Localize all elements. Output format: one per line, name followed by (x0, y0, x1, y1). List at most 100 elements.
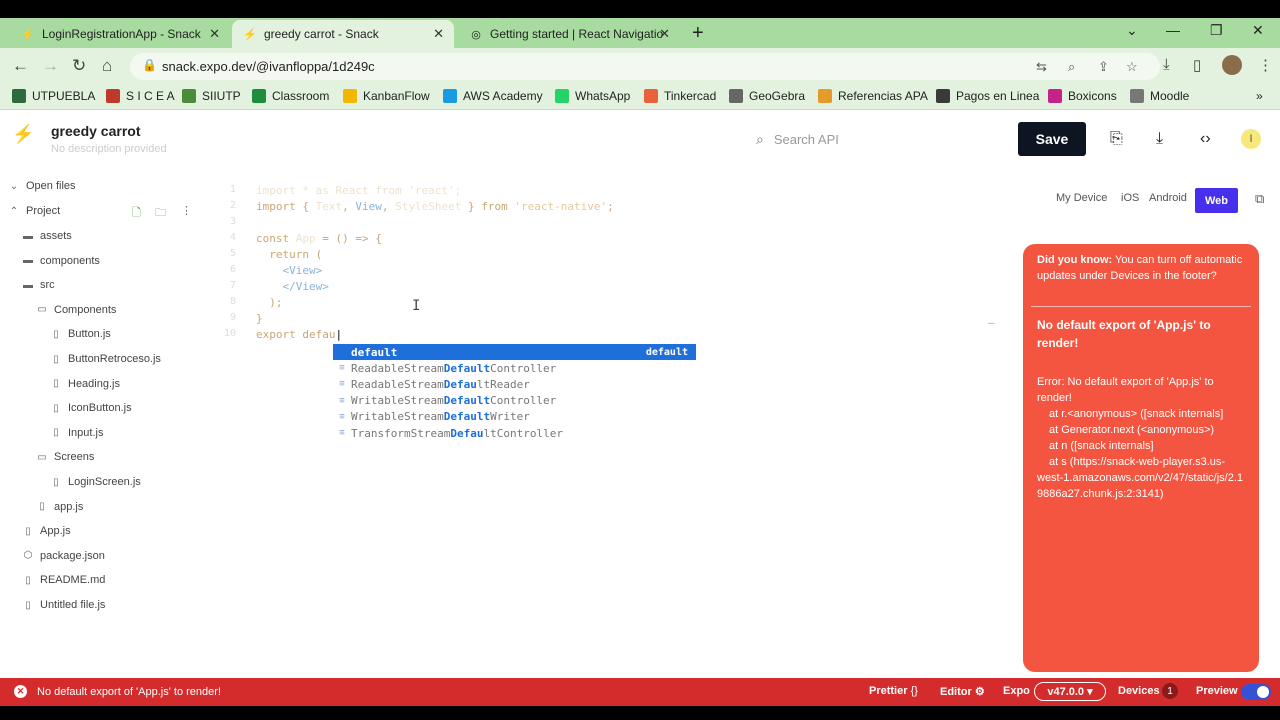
profile-avatar[interactable] (1222, 55, 1242, 75)
browser-tab-greedy-carrot[interactable]: ⚡ greedy carrot - Snack ✕ (232, 20, 454, 48)
editor-settings[interactable]: Editor ⚙ (940, 685, 985, 698)
bookmark-referencias-apa[interactable]: Referencias APA (818, 89, 928, 103)
menu-kebab-icon[interactable]: ⋮ (1258, 56, 1273, 74)
code-line: import { Text, View, StyleSheet } from '… (256, 200, 614, 213)
close-tab-icon[interactable]: ✕ (433, 26, 444, 42)
preview-toggle[interactable] (1241, 684, 1271, 700)
tree-item[interactable]: ▯ Heading.js (50, 374, 120, 394)
open-files-section[interactable]: ⌄ Open files (8, 176, 76, 196)
minimize-icon[interactable]: — (1166, 22, 1180, 38)
sdk-version-select[interactable]: v47.0.0 ▾ (1034, 682, 1106, 701)
search-api-input[interactable]: ⌕ Search API (756, 131, 839, 148)
autocomplete-item[interactable]: default default (333, 344, 696, 360)
bookmark-utpuebla[interactable]: UTPUEBLA (12, 89, 95, 103)
whatsapp-icon (555, 89, 569, 103)
reload-icon[interactable]: ↻ (72, 56, 86, 76)
devices-button[interactable]: Devices (1118, 685, 1160, 697)
suggestion-suffix: Controller (490, 394, 557, 408)
bookmark-moodle[interactable]: Moodle (1130, 89, 1189, 103)
sidepanel-icon[interactable]: ▯ (1193, 56, 1201, 74)
browser-tab-react-navigation[interactable]: ◎ Getting started | React Navigatio ✕ (458, 20, 680, 48)
bookmark-aws-academy[interactable]: AWS Academy (443, 89, 543, 103)
bookmark-geogebra[interactable]: GeoGebra (729, 89, 805, 103)
bookmark-star-icon[interactable]: ☆ (1126, 59, 1138, 75)
tree-item[interactable]: ▯ App.js (22, 521, 70, 541)
divider-handle[interactable]: — (988, 316, 995, 329)
embed-code-icon[interactable]: ‹› (1200, 130, 1211, 148)
project-section[interactable]: ⌃ Project (8, 201, 60, 221)
browser-tab-loginregistration[interactable]: ⚡ LoginRegistrationApp - Snack ✕ (10, 20, 230, 48)
tree-item[interactable]: ▭ Screens (36, 447, 94, 467)
tree-item[interactable]: ▯ Input.js (50, 423, 103, 443)
tab-search-icon[interactable]: ⌄ (1126, 22, 1138, 39)
more-bookmarks-icon[interactable]: » (1256, 89, 1263, 103)
kanbanflow-icon (343, 89, 357, 103)
new-file-icon[interactable]: 🗋 (132, 204, 141, 223)
react-navigation-favicon-icon: ◎ (471, 28, 481, 41)
close-window-icon[interactable]: ✕ (1252, 22, 1264, 39)
new-folder-icon[interactable]: 🗀 (155, 204, 166, 223)
error-status[interactable]: ✕ No default export of 'App.js' to render… (14, 685, 221, 698)
more-options-icon[interactable]: ⋮ (181, 204, 192, 217)
bookmarks-bar: UTPUEBLA S I C E A SIIUTP Classroom Kanb… (0, 84, 1280, 110)
code-editor[interactable]: 1 2 3 4 5 6 7 8 9 10 import * as React from 'reac… (220, 168, 1000, 670)
autocomplete-item[interactable]: ≡ WritableStream Default Writer (333, 409, 696, 425)
user-avatar[interactable]: I (1241, 129, 1261, 149)
close-tab-icon[interactable]: ✕ (659, 26, 670, 42)
save-button[interactable]: Save (1018, 122, 1086, 156)
bookmark-siiutp[interactable]: SIIUTP (182, 89, 241, 103)
project-description[interactable]: No description provided (51, 143, 167, 155)
tree-item[interactable]: ▬ components (22, 251, 100, 271)
bookmark-tinkercad[interactable]: Tinkercad (644, 89, 716, 103)
tab-web[interactable]: Web (1195, 188, 1238, 213)
autocomplete-item[interactable]: ≡ TransformStream Defau ltController (333, 425, 696, 441)
tree-item[interactable]: ▭ Components (36, 300, 116, 320)
bookmark-kanbanflow[interactable]: KanbanFlow (343, 89, 430, 103)
zoom-icon[interactable]: ⌕ (1068, 59, 1075, 75)
autocomplete-menu: default default ≡ ReadableStream Default Cont… (333, 344, 696, 444)
snack-logo-icon[interactable]: ⚡ (12, 124, 34, 145)
tab-android[interactable]: Android (1149, 192, 1187, 204)
tree-item[interactable]: ▯ ButtonRetroceso.js (50, 349, 161, 369)
url-field[interactable]: 🔒 snack.expo.dev/@ivanfloppa/1d249c ⇆ ⌕ … (130, 53, 1160, 80)
autocomplete-item[interactable]: ≡ WritableStream Default Controller (333, 393, 696, 409)
code-line: export defau| (256, 328, 343, 341)
snack-favicon-icon: ⚡ (21, 28, 35, 41)
forward-icon[interactable]: → (42, 56, 59, 76)
tree-item[interactable]: ▯ Untitled file.js (22, 595, 105, 615)
bookmark-classroom[interactable]: Classroom (252, 89, 329, 103)
bookmark-boxicons[interactable]: Boxicons (1048, 89, 1117, 103)
tree-item[interactable]: ▯ README.md (22, 570, 105, 590)
prettier-toggle[interactable]: Prettier {} (869, 685, 918, 697)
download-project-icon[interactable]: ⤓ (1156, 130, 1163, 148)
suggestion-prefix: WritableStream (351, 410, 444, 424)
tree-item-label: LoginScreen.js (68, 476, 141, 488)
tree-item[interactable]: ▯ app.js (36, 497, 83, 517)
tree-item[interactable]: ▯ IconButton.js (50, 398, 131, 418)
translate-icon[interactable]: ⇆ (1036, 59, 1047, 75)
tab-ios[interactable]: iOS (1121, 192, 1139, 204)
new-tab-icon[interactable]: + (692, 22, 704, 45)
tree-item[interactable]: ▯ Button.js (50, 324, 111, 344)
tree-item[interactable]: ⬡ package.json (22, 546, 105, 566)
download-icon[interactable]: ⤓ (1163, 56, 1170, 73)
bookmark-sicea[interactable]: S I C E A (106, 89, 175, 103)
close-tab-icon[interactable]: ✕ (209, 26, 220, 42)
tree-item[interactable]: ▯ LoginScreen.js (50, 472, 141, 492)
tree-item[interactable]: ▬ src (22, 275, 55, 295)
project-title[interactable]: greedy carrot (51, 123, 140, 139)
autocomplete-item[interactable]: ≡ ReadableStream Defau ltReader (333, 376, 696, 392)
bookmark-whatsapp[interactable]: WhatsApp (555, 89, 630, 103)
line-number: 7 (229, 280, 236, 291)
home-icon[interactable]: ⌂ (102, 56, 112, 76)
qr-code-icon[interactable]: ⎘ (1110, 130, 1123, 148)
back-icon[interactable]: ← (12, 56, 29, 76)
tab-my-device[interactable]: My Device (1056, 192, 1107, 204)
open-external-icon[interactable]: ⧉ (1255, 191, 1264, 207)
autocomplete-item[interactable]: ≡ ReadableStream Default Controller (333, 360, 696, 376)
file-icon: ▯ (53, 353, 59, 365)
share-icon[interactable]: ⇪ (1098, 59, 1109, 75)
restore-icon[interactable]: ❐ (1210, 22, 1223, 39)
tree-item[interactable]: ▬ assets (22, 226, 72, 246)
bookmark-pagos-en-linea[interactable]: Pagos en Linea (936, 89, 1039, 103)
